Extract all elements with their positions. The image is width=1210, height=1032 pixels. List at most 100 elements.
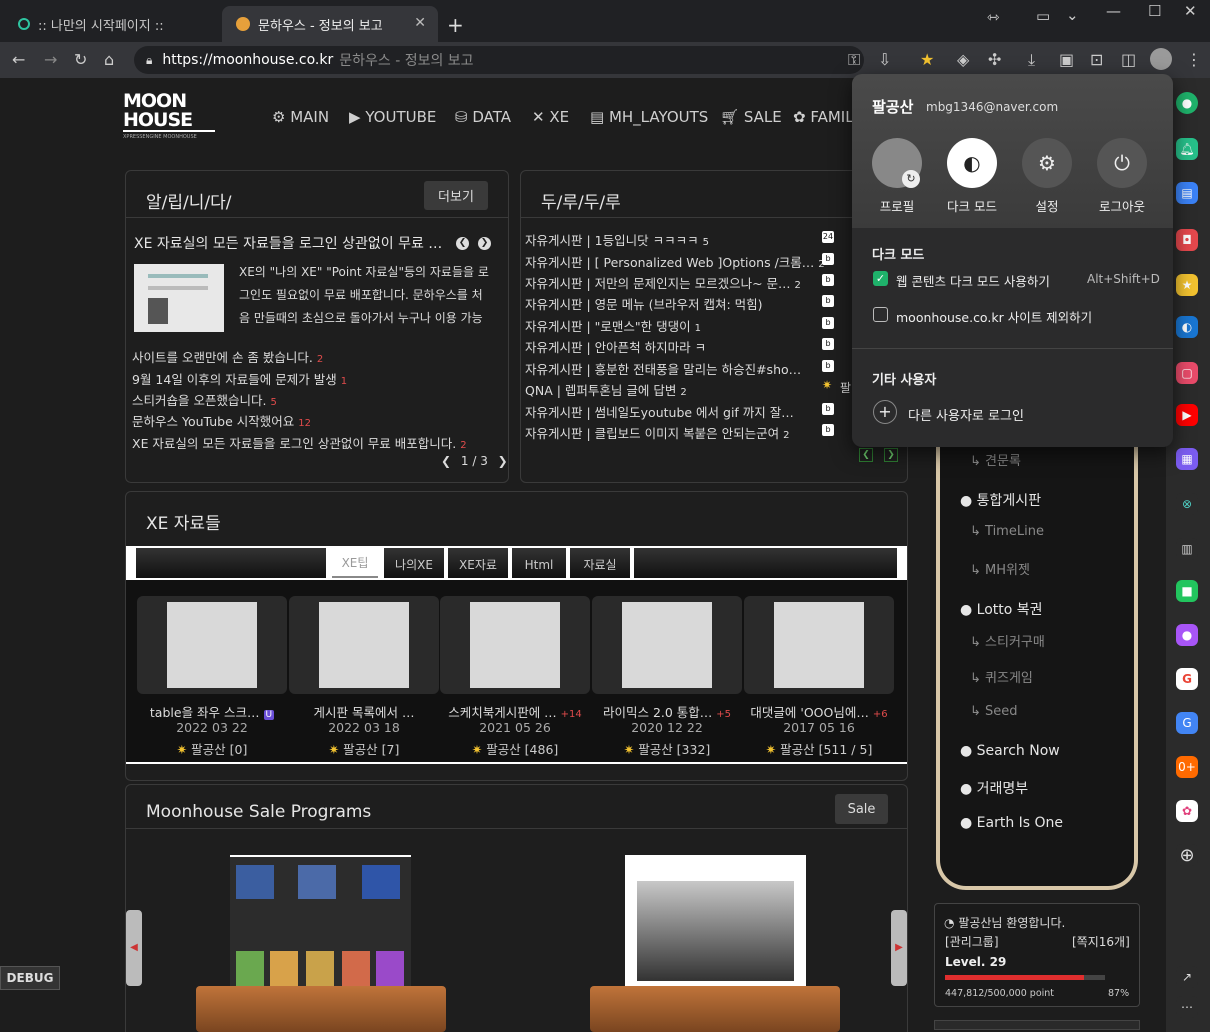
reload-icon[interactable]: ↻ [74,50,87,69]
prev-icon[interactable]: ❮ [456,237,469,250]
list-item[interactable]: 자유게시판 | 클립보드 이미지 복붙은 안되는군여 2 [525,423,789,442]
sale-product-image[interactable] [625,855,806,1005]
side-menu-sub[interactable]: ↳ MH위젯 [970,559,1030,578]
side-menu-item[interactable]: ● 통합게시판 [960,490,1041,510]
list-item[interactable]: 자유게시판 | "로맨스"한 댕댕이 1 [525,316,701,335]
card-author[interactable]: ✷ 팔공산 [332] [592,739,742,758]
pager-prev-icon[interactable]: ❮ [441,454,451,468]
tab-start-page[interactable]: :: 나만의 시작페이지 :: [4,6,220,42]
pocket-icon[interactable]: ◘ [1176,229,1198,251]
tab-archive[interactable]: 자료실 [570,548,630,578]
card-title[interactable]: 대댓글에 'OOO님에… +6 [744,702,894,721]
side-menu-item[interactable]: ● 거래명부 [960,778,1028,798]
screenshot-icon[interactable]: ⊡ [1090,50,1103,69]
bell-icon[interactable]: 🔔︎ [1176,138,1198,160]
profile-avatar[interactable] [1150,48,1172,70]
maximize-icon[interactable]: ☐ [1148,2,1161,20]
google-icon[interactable]: G [1176,668,1198,690]
settings-button[interactable]: ⚙ [1022,138,1072,188]
card-title[interactable]: 라이믹스 2.0 통합… +5 [592,702,742,721]
list-item[interactable]: 스티커숍을 오픈했습니다. 5 [132,390,277,409]
nav-data[interactable]: ⛁ DATA [455,108,511,126]
cast-icon[interactable]: ▭ [1036,7,1050,25]
download-icon[interactable]: ⤓ [1028,50,1035,70]
board-prev-icon[interactable]: ❮ [859,448,873,462]
bulb-icon[interactable]: ● [1176,624,1198,646]
sale-product-image[interactable] [230,855,411,1005]
favorites-star-icon[interactable]: ★ [920,50,934,69]
star-app-icon[interactable]: ★ [1176,274,1198,296]
user-notes[interactable]: [쪽지16개] [1072,933,1130,950]
card-author[interactable]: ✷ 팔공산 [7] [289,739,439,758]
extension-icon[interactable]: ◈ [957,50,969,69]
nav-sale[interactable]: 🛒︎ SALE [720,108,782,126]
exclude-site-checkbox[interactable] [873,307,888,322]
exclude-site-label[interactable]: moonhouse.co.kr 사이트 제외하기 [896,307,1092,326]
back-icon[interactable]: ← [12,50,25,69]
tools-icon[interactable]: ▤ [1176,182,1198,204]
tab-xe-data[interactable]: XE자료 [448,548,508,578]
side-menu-sub[interactable]: ↳ Seed [970,704,1018,719]
xe-card[interactable] [440,596,590,694]
sale-next-arrow[interactable]: ▶ [891,910,907,986]
list-item[interactable]: 9월 14일 이후의 자료들에 문제가 발생 1 [132,369,347,388]
link-icon[interactable]: ⊗ [1176,493,1198,515]
side-menu-sub[interactable]: ↳ 스티커구매 [970,631,1045,650]
key-icon[interactable]: ⚿ [848,50,860,70]
card-author[interactable]: ✷ 팔공산 [486] [440,739,590,758]
minimize-icon[interactable]: — [1106,2,1121,20]
list-item[interactable]: 사이트를 오랜만에 손 좀 봤습니다. 2 [132,347,323,366]
new-tab-button[interactable]: + [447,13,464,37]
xe-card[interactable] [289,596,439,694]
nav-xe[interactable]: ✕ XE [532,108,569,126]
card-author[interactable]: ✷ 팔공산 [0] [137,739,287,758]
tab-xe-tip[interactable]: XE팁 [332,548,378,578]
xe-card[interactable] [744,596,894,694]
dark-web-label[interactable]: 웹 콘텐츠 다크 모드 사용하기 [896,271,1050,290]
profile-photo[interactable]: ↻ [872,138,922,188]
translate-icon[interactable]: G [1176,712,1198,734]
tab-my-xe[interactable]: 나의XE [384,548,444,578]
list-item[interactable]: 자유게시판 | [ Personalized Web ]Options /크롬…… [525,252,825,271]
chat-icon[interactable]: ▢ [1176,362,1198,384]
sale-button[interactable]: Sale [835,794,888,824]
clipboard-icon[interactable]: ▥ [1176,538,1198,560]
tab-search-icon[interactable]: ⇿ [987,8,1000,26]
copilot-icon[interactable]: ● [1176,92,1198,114]
nav-youtube[interactable]: ▶ YOUTUBE [349,108,436,126]
nav-main[interactable]: ⚙ MAIN [272,108,329,126]
list-item[interactable]: 자유게시판 | 흥분한 전태풍을 말리는 하승진#sho… [525,359,801,378]
green-app-icon[interactable]: ■ [1176,580,1198,602]
forward-icon[interactable]: → [44,50,57,69]
add-user-icon[interactable]: + [873,400,897,424]
side-menu-sub[interactable]: ↳ 퀴즈게임 [970,667,1033,686]
other-login-button[interactable]: 다른 사용자로 로그인 [908,405,1024,424]
tab-html[interactable]: Html [512,548,566,578]
chevron-down-icon[interactable]: ⌄ [1066,6,1079,24]
list-item[interactable]: XE 자료실의 모든 자료들을 로그인 상관없이 무료 배포합니다. 2 [132,433,467,452]
card-title[interactable]: 게시판 목록에서 … [289,702,439,721]
address-bar[interactable]: 🔒︎ https://moonhouse.co.kr 문하우스 - 정보의 보고 [134,46,864,74]
xe-card[interactable] [592,596,742,694]
side-menu-item[interactable]: ● Earth Is One [960,815,1063,831]
logout-button[interactable]: ⏻ [1097,138,1147,188]
more-button[interactable]: 더보기 [424,181,488,210]
nav-mh-layouts[interactable]: ▤ MH_LAYOUTS [590,108,708,126]
card-title[interactable]: table을 좌우 스크… U [137,702,287,721]
external-icon[interactable]: ↗ [1176,966,1198,988]
list-item[interactable]: 자유게시판 | 안아픈척 하지마라 ㅋ [525,337,706,356]
list-item[interactable]: 문하우스 YouTube 시작했어요 12 [132,411,311,430]
edge-icon[interactable]: ◐ [1176,316,1198,338]
list-item[interactable]: 자유게시판 | 1등입니닷 ㅋㅋㅋㅋ 5 [525,230,709,249]
side-menu-sub[interactable]: ↳ 견문록 [970,450,1021,469]
notice-thumbnail[interactable] [134,264,224,332]
board-next-icon[interactable]: ❯ [884,448,898,462]
list-item[interactable]: 자유게시판 | 저만의 문제인지는 모르겠으나~ 문… 2 [525,273,801,292]
nav-family[interactable]: ✿ FAMIL [793,108,854,126]
menu-dots-icon[interactable]: ⋮ [1186,50,1202,69]
pager-next-icon[interactable]: ❯ [498,454,508,468]
dark-mode-button[interactable]: ◐ [947,138,997,188]
card-title[interactable]: 스케치북게시판에 … +14 [440,702,590,721]
more-icon[interactable]: ⋯ [1176,996,1198,1018]
side-menu-item[interactable]: ● Search Now [960,743,1060,759]
